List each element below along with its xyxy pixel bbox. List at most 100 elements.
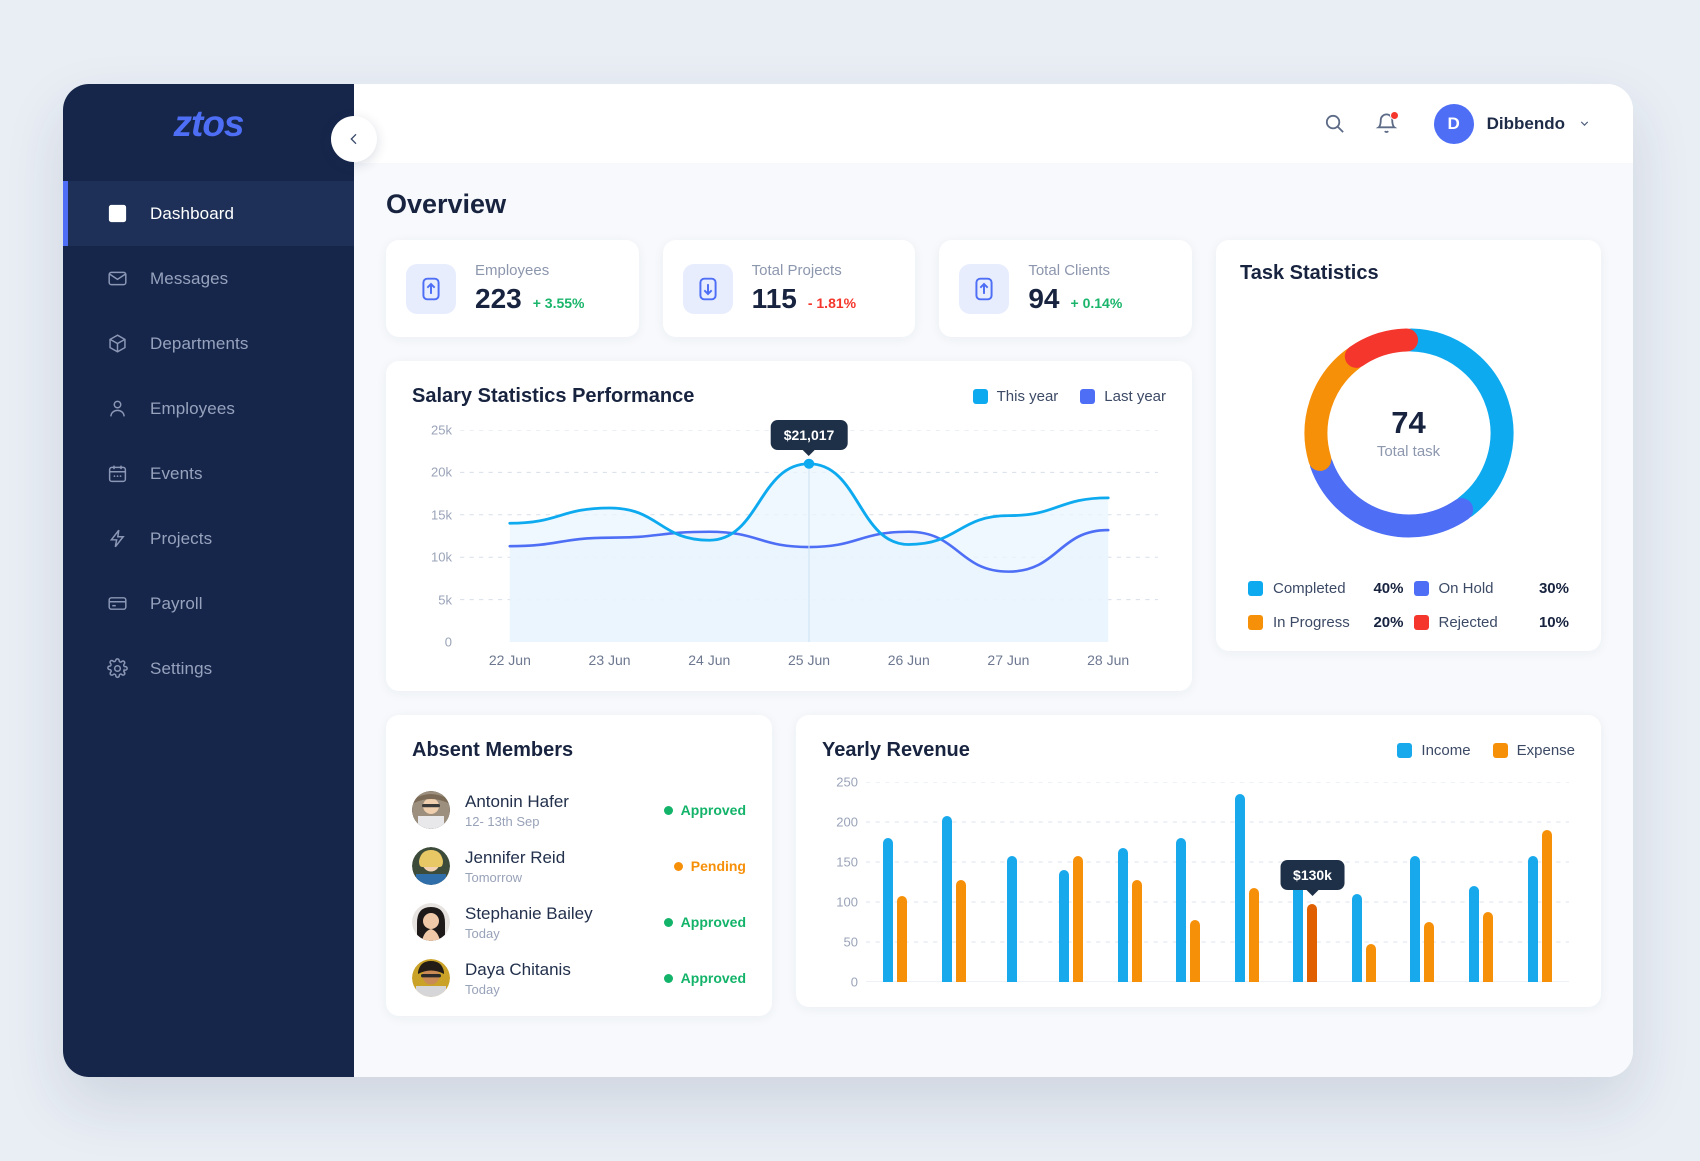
x-tick: 25 Jun (759, 652, 859, 668)
legend-swatch (973, 389, 988, 404)
bar-income[interactable] (1118, 848, 1128, 982)
member-name: Daya Chitanis (465, 960, 571, 980)
task-chart-title: Task Statistics (1240, 262, 1577, 285)
user-menu[interactable]: D Dibbendo (1434, 104, 1591, 144)
stat-delta: + 0.14% (1071, 295, 1123, 311)
stat-card-employees[interactable]: Employees 223 + 3.55% (386, 240, 639, 337)
sidebar-item-label: Projects (150, 529, 212, 549)
stat-card-total-clients[interactable]: Total Clients 94 + 0.14% (939, 240, 1192, 337)
member-date: Tomorrow (465, 870, 565, 885)
sidebar-item-settings[interactable]: Settings (63, 636, 354, 701)
bar-expense[interactable] (1424, 922, 1434, 982)
bar-expense[interactable] (956, 880, 966, 982)
sidebar-collapse-button[interactable] (331, 116, 377, 162)
salary-chart-title: Salary Statistics Performance (412, 385, 694, 408)
bar-expense[interactable] (1249, 888, 1259, 982)
bar-income[interactable] (1469, 886, 1479, 982)
dashboard-icon (107, 203, 128, 224)
bolt-icon (107, 528, 128, 549)
legend-swatch (1248, 581, 1263, 596)
bar-group (1217, 782, 1276, 982)
donut-center-label: 74 Total task (1377, 405, 1440, 460)
status-label: Approved (681, 914, 746, 930)
bar-income[interactable] (883, 838, 893, 982)
status-label: Pending (691, 858, 746, 874)
notifications-button[interactable] (1374, 111, 1400, 137)
bar-expense[interactable] (1483, 912, 1493, 982)
list-item[interactable]: Daya Chitanis Today Approved (412, 950, 746, 1006)
sidebar-item-label: Settings (150, 659, 212, 679)
salary-plot-area (460, 430, 1158, 642)
bar-expense[interactable] (1190, 920, 1200, 982)
bar-expense[interactable] (1132, 880, 1142, 982)
sidebar-item-messages[interactable]: Messages (63, 246, 354, 311)
sidebar-item-departments[interactable]: Departments (63, 311, 354, 376)
legend-item-rejected[interactable]: Rejected 10% (1414, 614, 1570, 631)
app-window: ztos Dashboard Messages Departments (63, 84, 1633, 1077)
arrow-up-box-icon (406, 264, 456, 314)
status-dot (674, 862, 683, 871)
sidebar-item-events[interactable]: Events (63, 441, 354, 506)
list-item[interactable]: Stephanie Bailey Today Approved (412, 894, 746, 950)
main-area: D Dibbendo Overview Employees (354, 84, 1633, 1077)
stat-delta: - 1.81% (808, 295, 856, 311)
bar-group (1042, 782, 1101, 982)
salary-legend: This year Last year (973, 388, 1166, 405)
status-badge: Approved (664, 970, 746, 986)
legend-swatch (1414, 615, 1429, 630)
sidebar-item-payroll[interactable]: Payroll (63, 571, 354, 636)
bar-expense[interactable] (897, 896, 907, 982)
bar-expense[interactable] (1542, 830, 1552, 982)
x-tick: 26 Jun (859, 652, 959, 668)
legend-swatch (1080, 389, 1095, 404)
sidebar-item-label: Dashboard (150, 204, 234, 224)
status-dot (664, 974, 673, 983)
bar-expense[interactable] (1073, 856, 1083, 982)
sidebar-item-projects[interactable]: Projects (63, 506, 354, 571)
bar-group (1159, 782, 1218, 982)
salary-line-chart: 25k 20k 15k 10k 5k 0 22 Jun (412, 430, 1166, 675)
avatar (412, 847, 450, 885)
stat-cards: Employees 223 + 3.55% (386, 240, 1192, 337)
legend-swatch (1248, 615, 1263, 630)
bar-income[interactable] (1352, 894, 1362, 982)
bar-income[interactable] (1176, 838, 1186, 982)
legend-item-in-progress[interactable]: In Progress 20% (1248, 614, 1404, 631)
legend-item-completed[interactable]: Completed 40% (1248, 580, 1404, 597)
legend-swatch (1493, 743, 1508, 758)
bar-income[interactable] (1007, 856, 1017, 982)
sidebar-item-employees[interactable]: Employees (63, 376, 354, 441)
y-tick: 100 (836, 895, 858, 910)
search-button[interactable] (1322, 111, 1348, 137)
revenue-plot-area (866, 782, 1569, 982)
legend-label: On Hold (1439, 580, 1529, 597)
brand-logo[interactable]: ztos (63, 84, 354, 163)
y-tick: 10k (431, 550, 452, 565)
legend-item-this-year[interactable]: This year (973, 388, 1059, 405)
legend-item-income[interactable]: Income (1397, 742, 1470, 759)
absent-members-list: Antonin Hafer 12- 13th Sep Approved (412, 782, 746, 1006)
stat-card-total-projects[interactable]: Total Projects 115 - 1.81% (663, 240, 916, 337)
bar-expense[interactable] (1366, 944, 1376, 982)
brand-name: ztos (174, 103, 244, 145)
legend-item-last-year[interactable]: Last year (1080, 388, 1166, 405)
bar-income[interactable] (1528, 856, 1538, 982)
salary-tooltip: $21,017 (771, 420, 848, 450)
bar-income[interactable] (942, 816, 952, 982)
sidebar-item-label: Payroll (150, 594, 203, 614)
list-item[interactable]: Antonin Hafer 12- 13th Sep Approved (412, 782, 746, 838)
bar-income[interactable] (1235, 794, 1245, 982)
y-tick: 5k (438, 592, 452, 607)
bar-income[interactable] (1059, 870, 1069, 982)
legend-value: 40% (1373, 580, 1403, 597)
bar-income[interactable] (1410, 856, 1420, 982)
y-tick: 200 (836, 815, 858, 830)
dashboard-content: Overview Employees 223 + 3. (354, 163, 1633, 1077)
bar-expense[interactable] (1307, 904, 1317, 982)
legend-item-expense[interactable]: Expense (1493, 742, 1575, 759)
list-item[interactable]: Jennifer Reid Tomorrow Pending (412, 838, 746, 894)
sidebar-item-dashboard[interactable]: Dashboard (63, 181, 354, 246)
bar-group (1393, 782, 1452, 982)
legend-item-on-hold[interactable]: On Hold 30% (1414, 580, 1570, 597)
legend-label: In Progress (1273, 614, 1363, 631)
